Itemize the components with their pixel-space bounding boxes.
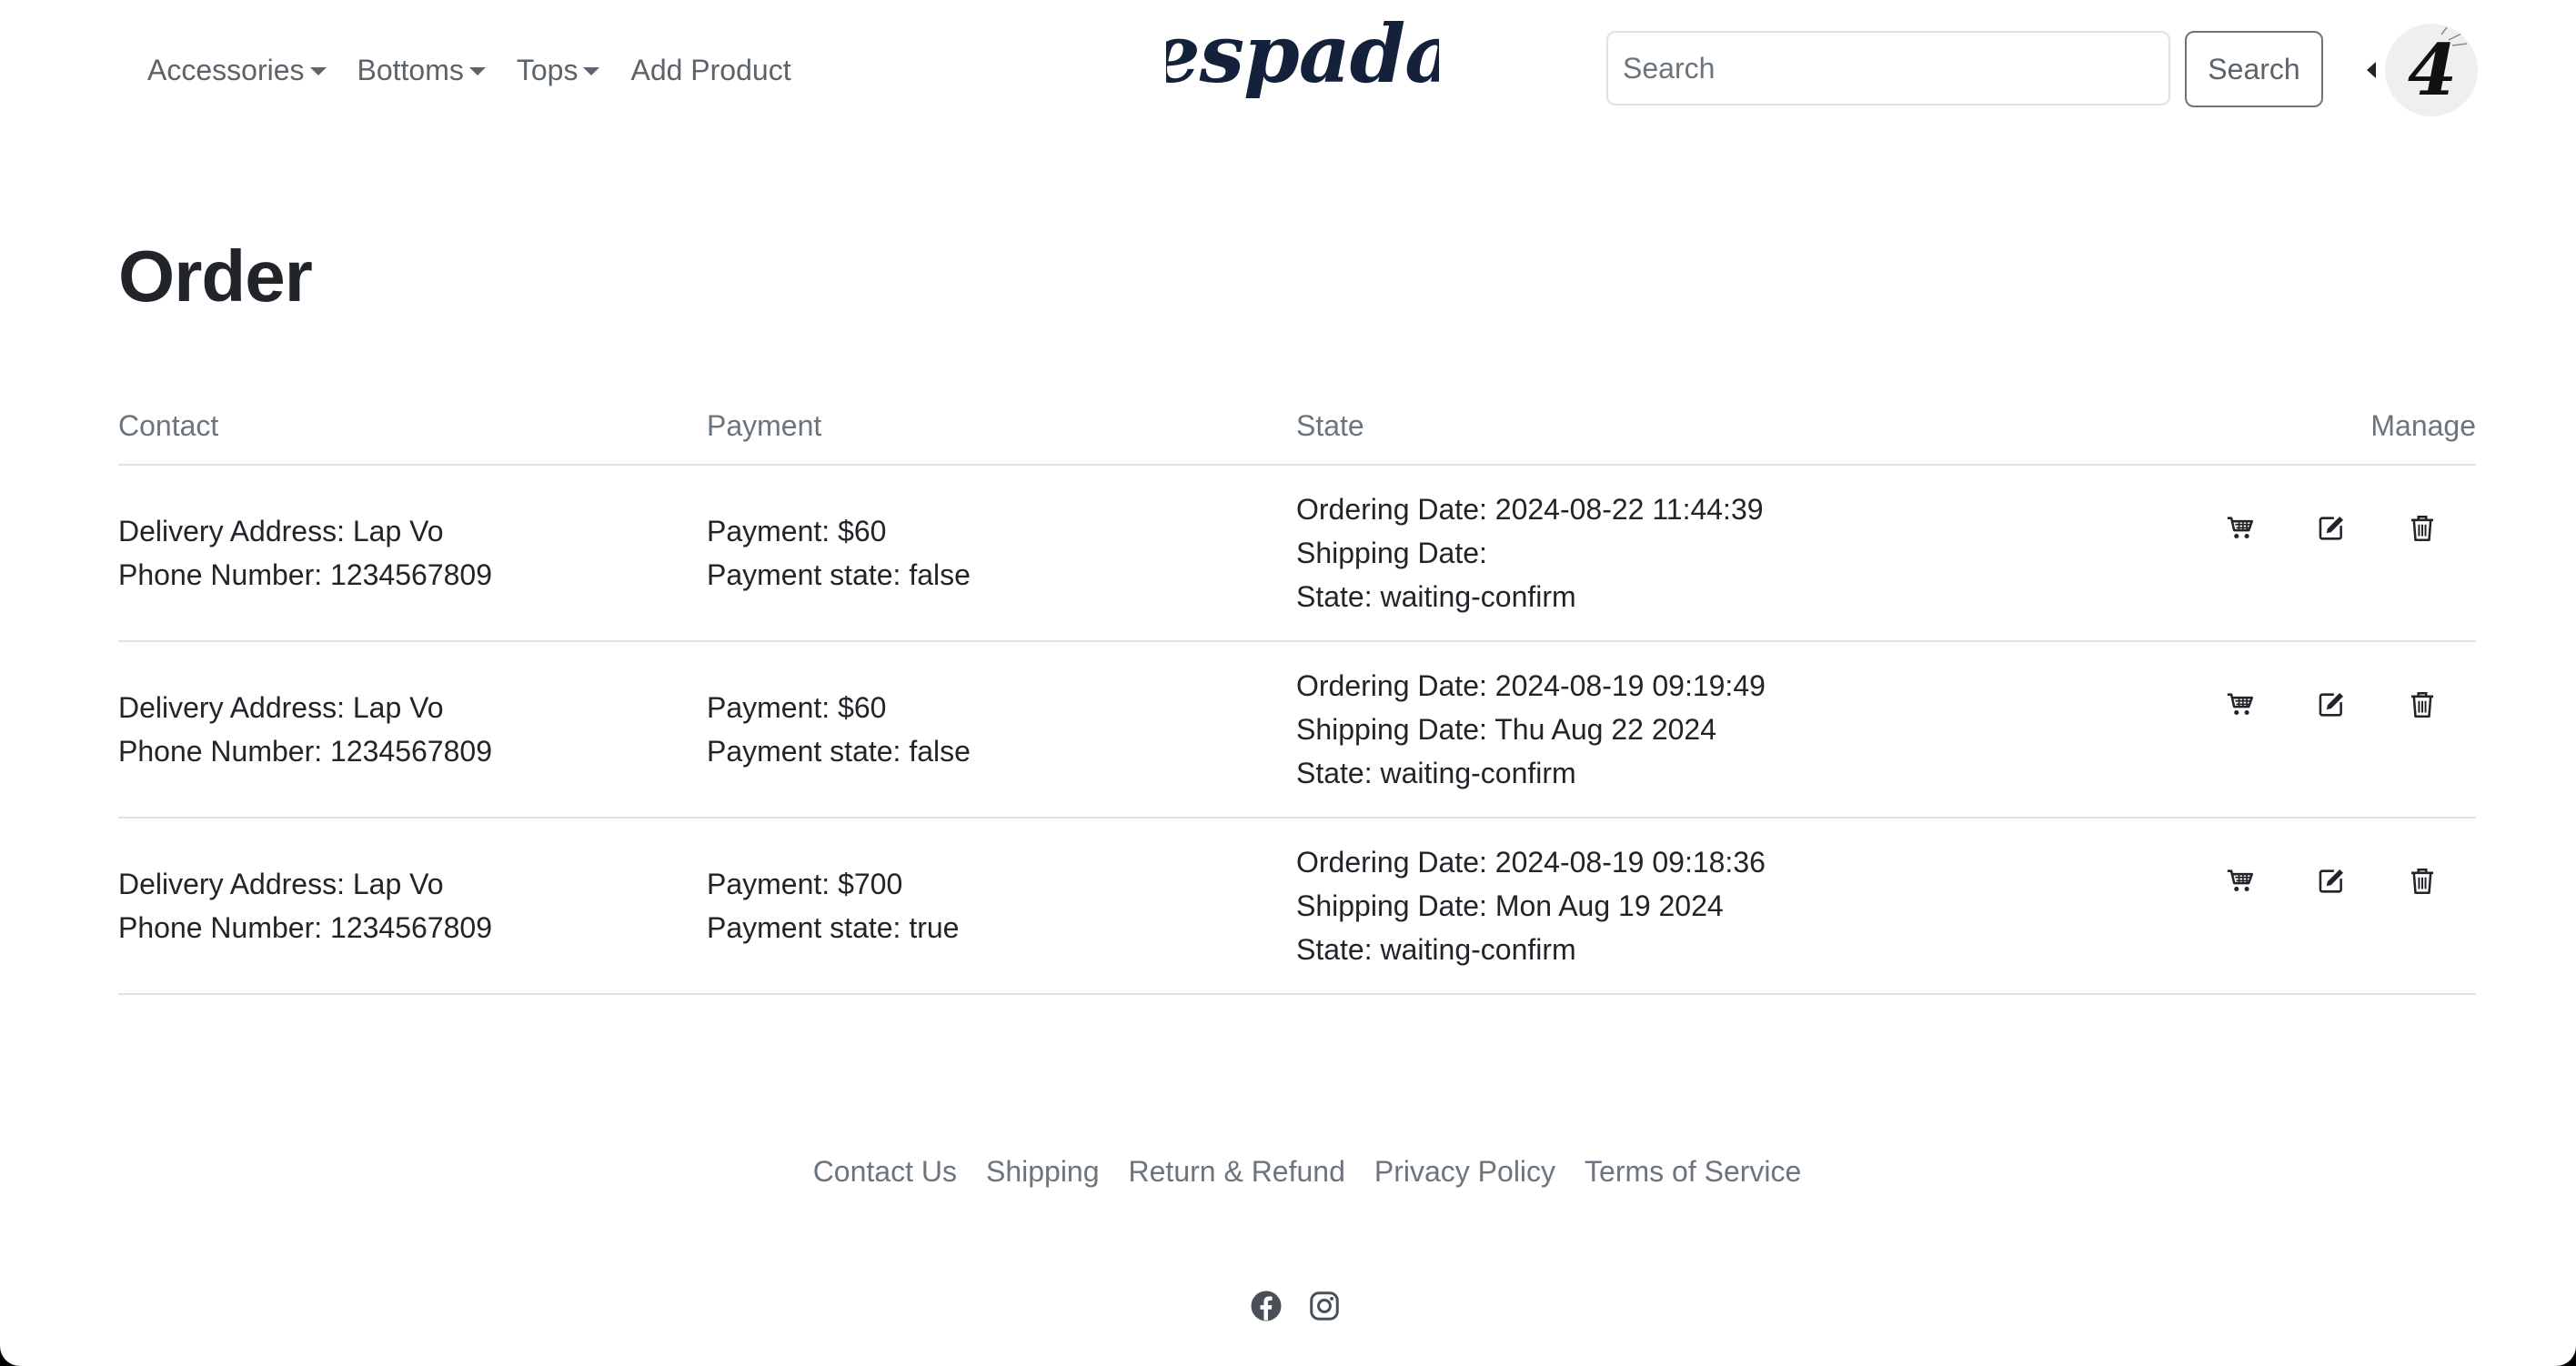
payment-amount: Payment: $700 <box>707 868 903 900</box>
nav-menu: Accessories Bottoms Tops Add Product <box>147 45 822 95</box>
navbar: Accessories Bottoms Tops Add Product esp… <box>0 0 2576 142</box>
nav-tops-dropdown[interactable]: Tops <box>517 54 600 87</box>
page-title: Order <box>118 236 313 316</box>
caret-down-icon <box>583 67 600 75</box>
delivery-address: Delivery Address: Lap Vo <box>118 515 444 547</box>
header-state: State <box>1296 409 1364 442</box>
avatar-image: 4 <box>2408 26 2468 112</box>
brand-logo[interactable]: espada <box>1150 6 1457 116</box>
facebook-icon[interactable] <box>1250 1290 1283 1322</box>
state-cell: Ordering Date: 2024-08-19 09:19:49 Shipp… <box>1296 664 1766 795</box>
footer-link-contact-us[interactable]: Contact Us <box>813 1155 957 1189</box>
user-avatar[interactable]: 4 <box>2385 24 2478 116</box>
state-cell: Ordering Date: 2024-08-22 11:44:39 Shipp… <box>1296 487 1764 618</box>
edit-icon[interactable] <box>2316 689 2347 720</box>
caret-left-icon[interactable] <box>2367 62 2376 78</box>
brand-wordmark: espada <box>1166 11 1439 101</box>
payment-cell: Payment: $60 Payment state: false <box>707 686 971 773</box>
nav-accessories-label: Accessories <box>147 53 305 86</box>
header-payment: Payment <box>707 409 822 442</box>
contact-cell: Delivery Address: Lap Vo Phone Number: 1… <box>118 509 492 597</box>
order-state: State: waiting-confirm <box>1296 580 1576 613</box>
table-row: Delivery Address: Lap Vo Phone Number: 1… <box>118 642 2476 819</box>
avatar-glyph: 4 <box>2408 29 2457 112</box>
nav-accessories-dropdown[interactable]: Accessories <box>147 54 327 87</box>
table-row: Delivery Address: Lap Vo Phone Number: 1… <box>118 819 2476 995</box>
caret-down-icon <box>468 67 486 75</box>
payment-state: Payment state: true <box>707 911 960 944</box>
search-input[interactable] <box>1606 31 2170 105</box>
header-contact: Contact <box>118 409 219 442</box>
payment-amount: Payment: $60 <box>707 515 887 547</box>
footer-link-privacy-policy[interactable]: Privacy Policy <box>1374 1155 1555 1189</box>
header-manage: Manage <box>2370 409 2476 442</box>
shipping-date: Shipping Date: <box>1296 537 1487 569</box>
edit-icon[interactable] <box>2316 866 2347 897</box>
state-cell: Ordering Date: 2024-08-19 09:18:36 Shipp… <box>1296 840 1766 971</box>
payment-state: Payment state: false <box>707 558 971 591</box>
table-row: Delivery Address: Lap Vo Phone Number: 1… <box>118 466 2476 642</box>
shipping-date: Shipping Date: Mon Aug 19 2024 <box>1296 889 1724 922</box>
footer-link-terms-of-service[interactable]: Terms of Service <box>1585 1155 1801 1189</box>
nav-add-product-label: Add Product <box>630 53 791 86</box>
ordering-date: Ordering Date: 2024-08-22 11:44:39 <box>1296 493 1764 526</box>
order-page: Accessories Bottoms Tops Add Product esp… <box>0 0 2576 1366</box>
nav-tops-label: Tops <box>516 53 579 86</box>
phone-number: Phone Number: 1234567809 <box>118 735 492 768</box>
delivery-address: Delivery Address: Lap Vo <box>118 868 444 900</box>
shipping-date: Shipping Date: Thu Aug 22 2024 <box>1296 713 1716 746</box>
cart-icon[interactable] <box>2225 866 2256 897</box>
ordering-date: Ordering Date: 2024-08-19 09:18:36 <box>1296 846 1766 879</box>
footer-link-shipping[interactable]: Shipping <box>986 1155 1100 1189</box>
table-header: Contact Payment State Manage <box>118 400 2476 466</box>
brand-logo-mark: espada <box>1150 6 1457 101</box>
order-state: State: waiting-confirm <box>1296 757 1576 789</box>
caret-down-icon <box>309 67 327 75</box>
contact-cell: Delivery Address: Lap Vo Phone Number: 1… <box>118 862 492 949</box>
phone-number: Phone Number: 1234567809 <box>118 911 492 944</box>
trash-icon[interactable] <box>2407 866 2438 897</box>
trash-icon[interactable] <box>2407 513 2438 544</box>
delivery-address: Delivery Address: Lap Vo <box>118 691 444 724</box>
nav-add-product-link[interactable]: Add Product <box>630 54 790 87</box>
phone-number: Phone Number: 1234567809 <box>118 558 492 591</box>
orders-table: Contact Payment State Manage Delivery Ad… <box>118 400 2476 995</box>
footer-link-return-refund[interactable]: Return & Refund <box>1129 1155 1345 1189</box>
nav-bottoms-label: Bottoms <box>357 53 464 86</box>
trash-icon[interactable] <box>2407 689 2438 720</box>
payment-amount: Payment: $60 <box>707 691 887 724</box>
edit-icon[interactable] <box>2316 513 2347 544</box>
footer-links: Contact Us Shipping Return & Refund Priv… <box>0 1155 2576 1189</box>
ordering-date: Ordering Date: 2024-08-19 09:19:49 <box>1296 669 1766 702</box>
cart-icon[interactable] <box>2225 513 2256 544</box>
nav-bottoms-dropdown[interactable]: Bottoms <box>357 54 486 87</box>
search-button[interactable]: Search <box>2185 31 2323 107</box>
payment-cell: Payment: $60 Payment state: false <box>707 509 971 597</box>
payment-cell: Payment: $700 Payment state: true <box>707 862 959 949</box>
cart-icon[interactable] <box>2225 689 2256 720</box>
contact-cell: Delivery Address: Lap Vo Phone Number: 1… <box>118 686 492 773</box>
payment-state: Payment state: false <box>707 735 971 768</box>
order-state: State: waiting-confirm <box>1296 933 1576 966</box>
instagram-icon[interactable] <box>1308 1290 1341 1322</box>
